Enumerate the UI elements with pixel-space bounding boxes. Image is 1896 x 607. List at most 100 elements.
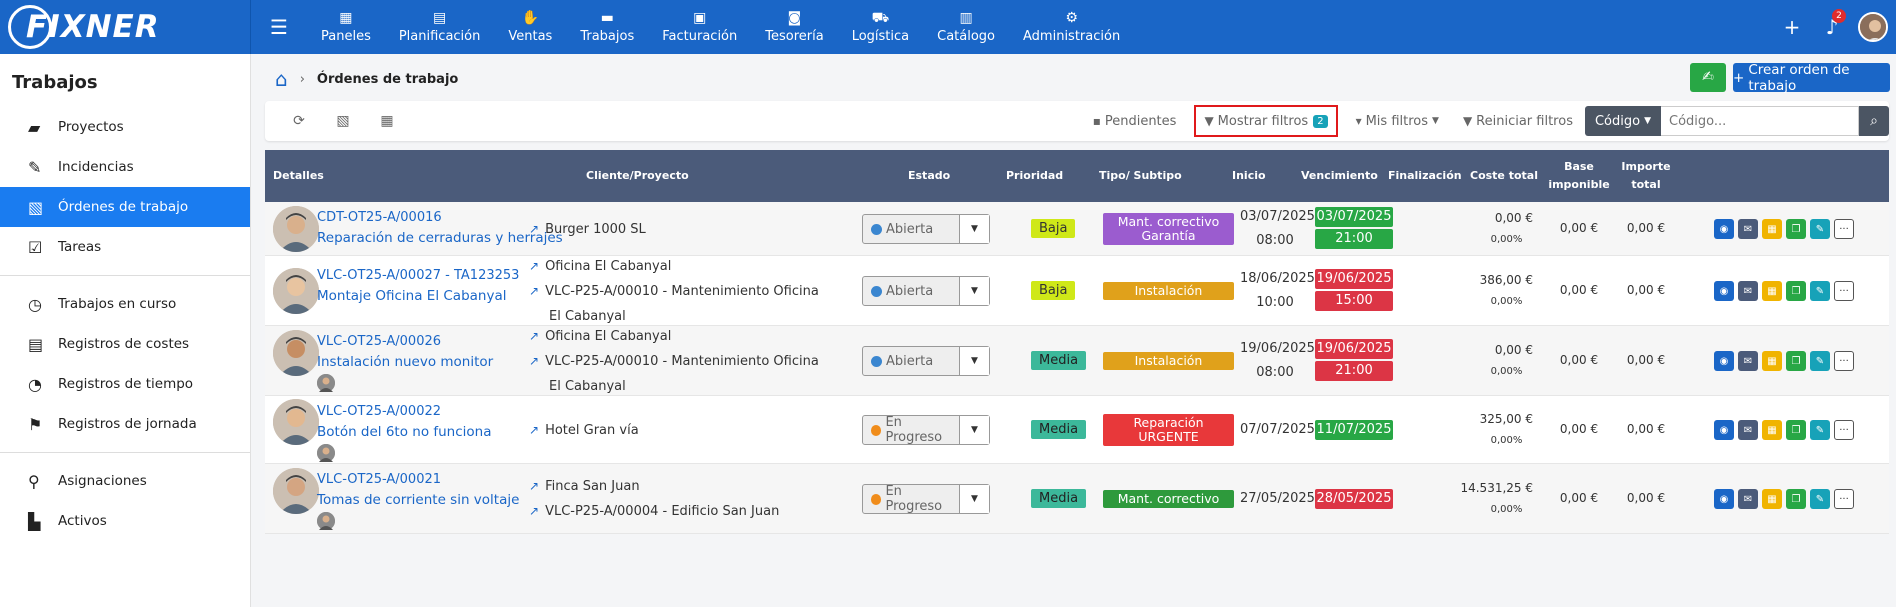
more-icon[interactable]: ··· — [1834, 219, 1854, 239]
header-cliente[interactable]: Cliente/Proyecto — [586, 150, 689, 202]
view-icon[interactable]: ◉ — [1714, 351, 1734, 371]
status-select[interactable]: En Progreso ▼ — [862, 415, 990, 445]
menu-toggle-icon[interactable]: ☰ — [251, 0, 307, 54]
header-vencimiento[interactable]: Vencimiento — [1301, 150, 1378, 202]
header-base[interactable]: Base imponible — [1548, 150, 1610, 202]
client-line[interactable]: ↗ Oficina El Cabanyal — [529, 324, 819, 349]
table-row[interactable]: VLC-OT25-A/00027 - TA123253 Montaje Ofici… — [265, 256, 1889, 326]
client-line[interactable]: ↗ VLC-P25-A/00010 - Mantenimiento Oficina — [529, 279, 819, 304]
copy-icon[interactable]: ❐ — [1786, 281, 1806, 301]
nav-item-1[interactable]: ▤ Planificación — [385, 0, 495, 54]
edit-icon[interactable]: ✎ — [1810, 219, 1830, 239]
header-coste[interactable]: Coste total — [1470, 150, 1538, 202]
sidebar-item[interactable]: ⚑ Registros de jornada — [0, 404, 250, 444]
code-search-input[interactable] — [1661, 106, 1859, 136]
status-select[interactable]: En Progreso ▼ — [862, 484, 990, 514]
table-row[interactable]: CDT-OT25-A/00016 Reparación de cerraduras… — [265, 202, 1889, 256]
view-icon[interactable]: ◉ — [1714, 489, 1734, 509]
status-select[interactable]: Abierta ▼ — [862, 346, 990, 376]
edit-icon[interactable]: ✎ — [1810, 420, 1830, 440]
print-icon[interactable]: ▦ — [1762, 351, 1782, 371]
print-icon[interactable]: ▦ — [1762, 420, 1782, 440]
order-code-link[interactable]: VLC-OT25-A/00026 — [317, 332, 493, 352]
client-line[interactable]: ↗ Finca San Juan — [529, 474, 779, 499]
caret-down-icon[interactable]: ▼ — [959, 277, 989, 305]
more-icon[interactable]: ··· — [1834, 420, 1854, 440]
excel-icon[interactable]: ▧ — [321, 113, 365, 129]
header-prioridad[interactable]: Prioridad — [1006, 150, 1063, 202]
pending-button[interactable]: ▪ Pendientes — [1081, 101, 1189, 141]
more-icon[interactable]: ··· — [1834, 351, 1854, 371]
refresh-icon[interactable]: ⟳ — [277, 113, 321, 129]
search-button[interactable]: ⌕ — [1859, 106, 1889, 136]
order-title-link[interactable]: Tomas de corriente sin voltaje — [317, 490, 519, 510]
more-icon[interactable]: ··· — [1834, 489, 1854, 509]
nav-item-3[interactable]: ▬ Trabajos — [566, 0, 648, 54]
calculator-icon[interactable]: ▦ — [365, 113, 409, 129]
email-icon[interactable]: ✉ — [1738, 219, 1758, 239]
order-code-link[interactable]: VLC-OT25-A/00021 — [317, 470, 519, 490]
my-filters-dropdown[interactable]: ▾ Mis filtros ▼ — [1344, 101, 1451, 141]
print-icon[interactable]: ▦ — [1762, 281, 1782, 301]
home-icon[interactable]: ⌂ — [275, 67, 288, 91]
client-line[interactable]: ↗ Hotel Gran vía — [529, 418, 639, 443]
nav-item-2[interactable]: ✋ Ventas — [494, 0, 566, 54]
header-estado[interactable]: Estado — [908, 150, 950, 202]
create-work-order-button[interactable]: + Crear orden de trabajo — [1733, 62, 1890, 94]
email-icon[interactable]: ✉ — [1738, 281, 1758, 301]
copy-icon[interactable]: ❐ — [1786, 489, 1806, 509]
table-row[interactable]: VLC-OT25-A/00022 Botón del 6to no funcion… — [265, 396, 1889, 464]
order-title-link[interactable]: Montaje Oficina El Cabanyal — [317, 286, 519, 306]
view-icon[interactable]: ◉ — [1714, 281, 1734, 301]
nav-item-4[interactable]: ▣ Facturación — [648, 0, 751, 54]
assignee-mini-avatar[interactable] — [317, 444, 335, 462]
sidebar-item[interactable]: ▧ Órdenes de trabajo — [0, 187, 250, 227]
sidebar-item[interactable]: ◷ Trabajos en curso — [0, 284, 250, 324]
sidebar-item[interactable]: ✎ Incidencias — [0, 147, 250, 187]
table-row[interactable]: VLC-OT25-A/00021 Tomas de corriente sin v… — [265, 464, 1889, 534]
caret-down-icon[interactable]: ▼ — [959, 215, 989, 243]
signature-button[interactable]: ✍ — [1690, 63, 1726, 92]
add-icon[interactable]: + — [1772, 15, 1812, 39]
header-importe[interactable]: Importe total — [1615, 150, 1677, 202]
email-icon[interactable]: ✉ — [1738, 351, 1758, 371]
edit-icon[interactable]: ✎ — [1810, 351, 1830, 371]
order-title-link[interactable]: Botón del 6to no funciona — [317, 422, 492, 442]
edit-icon[interactable]: ✎ — [1810, 281, 1830, 301]
bell-icon[interactable]: ♪ 2 — [1812, 9, 1852, 39]
code-field-select[interactable]: Código ▼ — [1584, 106, 1661, 136]
more-icon[interactable]: ··· — [1834, 281, 1854, 301]
nav-item-0[interactable]: ▦ Paneles — [307, 0, 385, 54]
fixner-logo[interactable]: FIXNER — [8, 5, 160, 49]
user-avatar[interactable] — [1858, 12, 1888, 42]
show-filters-button[interactable]: ▼ Mostrar filtros 2 — [1194, 105, 1338, 137]
sidebar-item[interactable]: ⚲ Asignaciones — [0, 461, 250, 501]
sidebar-item[interactable]: ▰ Proyectos — [0, 107, 250, 147]
status-select[interactable]: Abierta ▼ — [862, 214, 990, 244]
assignee-mini-avatar[interactable] — [317, 374, 335, 392]
print-icon[interactable]: ▦ — [1762, 489, 1782, 509]
copy-icon[interactable]: ❐ — [1786, 351, 1806, 371]
caret-down-icon[interactable]: ▼ — [959, 416, 989, 444]
order-title-link[interactable]: Instalación nuevo monitor — [317, 352, 493, 372]
order-code-link[interactable]: VLC-OT25-A/00027 - TA123253 — [317, 266, 519, 286]
edit-icon[interactable]: ✎ — [1810, 489, 1830, 509]
assignee-mini-avatar[interactable] — [317, 512, 335, 530]
client-line[interactable]: ↗ Burger 1000 SL — [529, 217, 646, 242]
view-icon[interactable]: ◉ — [1714, 219, 1734, 239]
order-code-link[interactable]: VLC-OT25-A/00022 — [317, 402, 492, 422]
sidebar-item[interactable]: ◔ Registros de tiempo — [0, 364, 250, 404]
sidebar-item[interactable]: ▙ Activos — [0, 501, 250, 541]
client-line[interactable]: ↗ Oficina El Cabanyal — [529, 254, 819, 279]
sidebar-item[interactable]: ☑ Tareas — [0, 227, 250, 267]
caret-down-icon[interactable]: ▼ — [959, 485, 989, 513]
header-tipo[interactable]: Tipo/ Subtipo — [1099, 150, 1182, 202]
email-icon[interactable]: ✉ — [1738, 420, 1758, 440]
caret-down-icon[interactable]: ▼ — [959, 347, 989, 375]
header-detalles[interactable]: Detalles — [273, 150, 324, 202]
reset-filters-button[interactable]: ▼ Reiniciar filtros — [1451, 101, 1585, 141]
table-row[interactable]: VLC-OT25-A/00026 Instalación nuevo monito… — [265, 326, 1889, 396]
order-code-link[interactable]: CDT-OT25-A/00016 — [317, 208, 563, 228]
print-icon[interactable]: ▦ — [1762, 219, 1782, 239]
nav-item-7[interactable]: ▥ Catálogo — [923, 0, 1009, 54]
